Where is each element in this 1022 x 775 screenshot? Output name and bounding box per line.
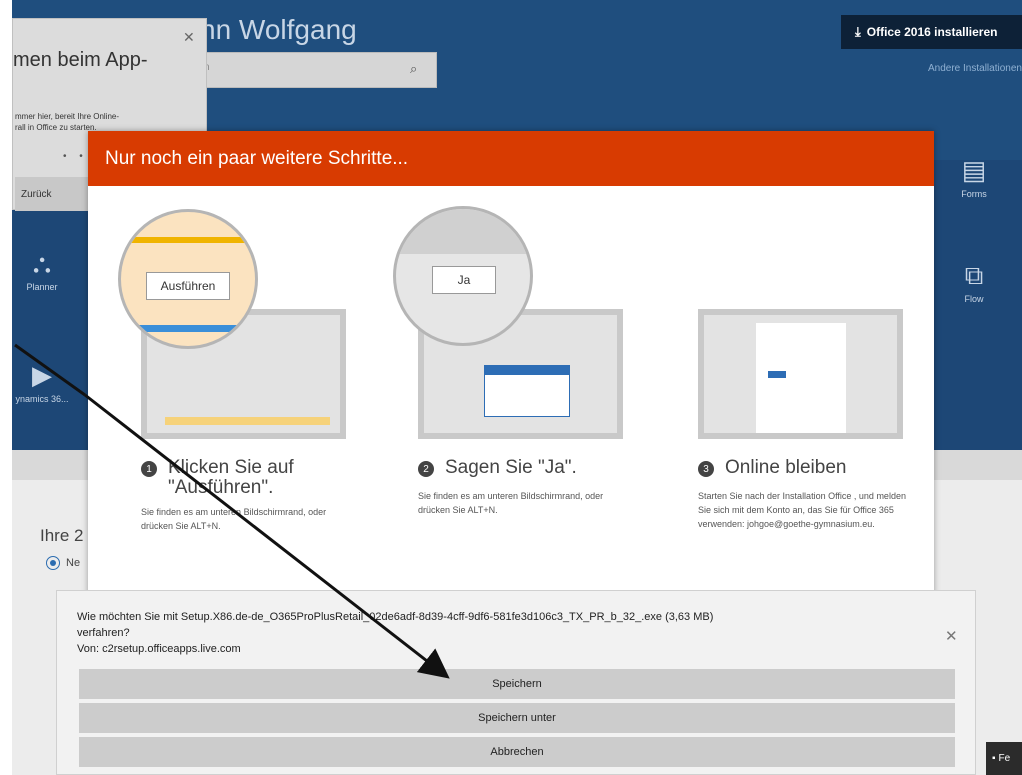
annotation-arrow (14, 343, 450, 679)
